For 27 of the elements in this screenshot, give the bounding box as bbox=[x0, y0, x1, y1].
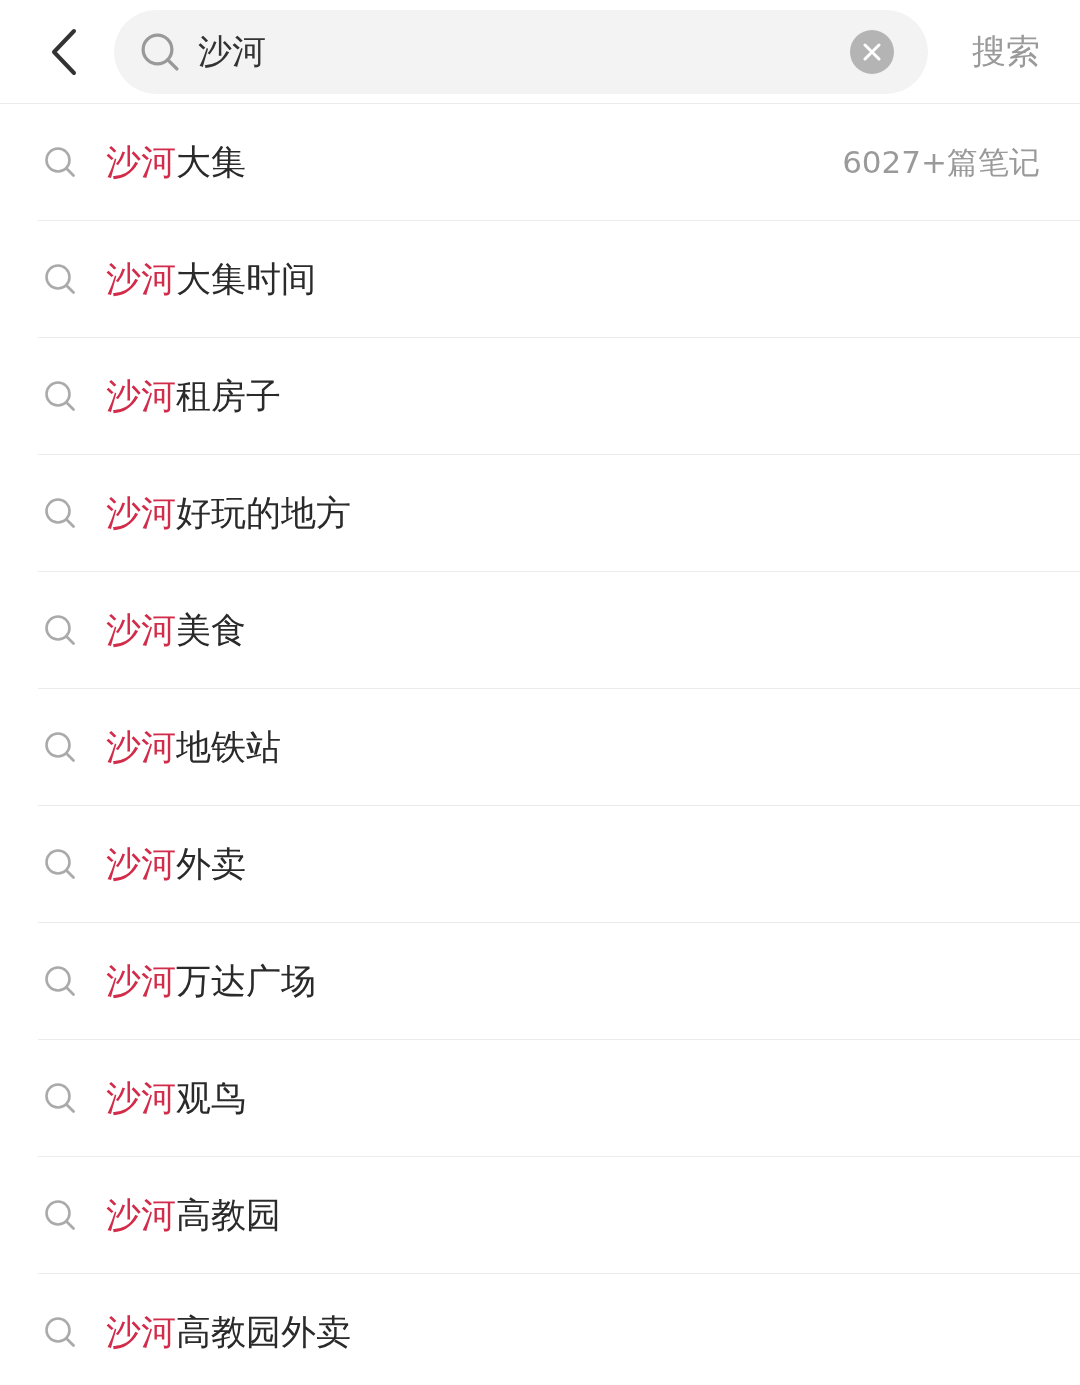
suggestion-link[interactable]: 沙河万达广场 bbox=[106, 954, 316, 1008]
back-chevron-icon[interactable] bbox=[50, 27, 78, 76]
suggestion-link[interactable]: 沙河大集 bbox=[106, 135, 246, 189]
suggestion-link[interactable]: 沙河租房子 bbox=[106, 369, 281, 423]
search-icon bbox=[44, 146, 76, 178]
search-icon bbox=[140, 31, 180, 72]
suggestion-link[interactable]: 沙河好玩的地方 bbox=[106, 486, 351, 540]
suggestion-link[interactable]: 沙河大集时间 bbox=[106, 252, 316, 306]
suggestion-link[interactable]: 沙河高教园外卖 bbox=[106, 1305, 351, 1359]
search-icon bbox=[44, 731, 76, 763]
search-field[interactable]: 沙河 bbox=[196, 25, 850, 78]
suggestion-link[interactable]: 沙河地铁站 bbox=[106, 720, 281, 774]
search-icon bbox=[44, 1082, 76, 1114]
search-icon bbox=[44, 380, 76, 412]
search-icon bbox=[44, 965, 76, 997]
suggestion-link[interactable]: 沙河观鸟 bbox=[106, 1071, 246, 1125]
note-count: 6027+篇笔记 bbox=[842, 142, 1040, 182]
search-icon bbox=[44, 263, 76, 295]
search-icon bbox=[44, 1199, 76, 1231]
suggestion-link[interactable]: 沙河高教园 bbox=[106, 1188, 281, 1242]
search-icon bbox=[44, 497, 76, 529]
search-icon bbox=[44, 614, 76, 646]
suggestion-link[interactable]: 沙河外卖 bbox=[106, 837, 246, 891]
search-icon bbox=[44, 1316, 76, 1348]
search-bar[interactable]: 沙河 bbox=[114, 9, 928, 94]
suggestion-link[interactable]: 沙河美食 bbox=[106, 603, 246, 657]
search-icon bbox=[44, 848, 76, 880]
